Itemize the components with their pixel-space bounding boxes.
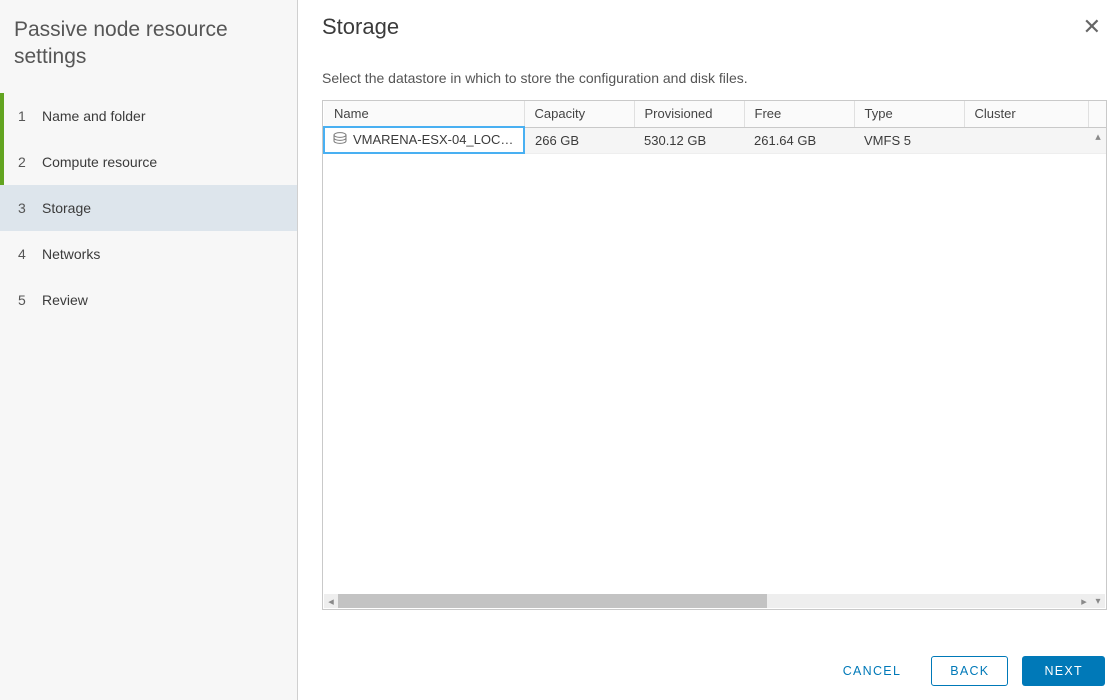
step-storage[interactable]: 3 Storage — [0, 185, 297, 231]
wizard-sidebar: Passive node resource settings 1 Name an… — [0, 0, 298, 700]
table-row[interactable]: VMARENA-ESX-04_LOC… 266 GB 530.12 GB 261… — [324, 127, 1106, 153]
step-number: 3 — [18, 200, 42, 216]
step-number: 5 — [18, 292, 42, 308]
page-subtitle: Select the datastore in which to store t… — [322, 70, 1107, 86]
cell-free: 261.64 GB — [744, 127, 854, 153]
step-label: Compute resource — [42, 154, 157, 170]
step-networks[interactable]: 4 Networks — [0, 231, 297, 277]
cell-name-text: VMARENA-ESX-04_LOC… — [353, 132, 513, 147]
close-icon[interactable]: ✕ — [1077, 14, 1107, 40]
main-panel: Storage ✕ Select the datastore in which … — [298, 0, 1119, 700]
col-header-provisioned[interactable]: Provisioned — [634, 101, 744, 127]
col-header-free[interactable]: Free — [744, 101, 854, 127]
col-header-capacity[interactable]: Capacity — [524, 101, 634, 127]
step-review[interactable]: 5 Review — [0, 277, 297, 323]
horizontal-scrollbar[interactable]: ◂ ▸ ▾ — [324, 594, 1105, 608]
col-header-name[interactable]: Name — [324, 101, 524, 127]
col-header-type[interactable]: Type — [854, 101, 964, 127]
cancel-button[interactable]: CANCEL — [827, 656, 918, 686]
step-label: Review — [42, 292, 88, 308]
cell-provisioned: 530.12 GB — [634, 127, 744, 153]
cell-type: VMFS 5 — [854, 127, 964, 153]
scroll-left-icon[interactable]: ◂ — [324, 595, 338, 608]
col-header-cluster[interactable]: Cluster — [964, 101, 1088, 127]
datastore-table: Name Capacity Provisioned Free Type Clus… — [322, 100, 1107, 610]
step-label: Storage — [42, 200, 91, 216]
step-number: 4 — [18, 246, 42, 262]
scroll-up-icon[interactable]: ▴ — [1090, 127, 1106, 145]
step-number: 1 — [18, 108, 42, 124]
step-label: Networks — [42, 246, 100, 262]
step-name-and-folder[interactable]: 1 Name and folder — [0, 93, 297, 139]
wizard-steps: 1 Name and folder 2 Compute resource 3 S… — [0, 93, 297, 323]
step-label: Name and folder — [42, 108, 146, 124]
page-title: Storage — [322, 14, 399, 40]
scrollbar-track[interactable] — [338, 594, 1077, 608]
wizard-title: Passive node resource settings — [0, 12, 297, 93]
scroll-right-icon[interactable]: ▸ — [1077, 595, 1091, 608]
wizard-footer: CANCEL BACK NEXT — [827, 656, 1105, 686]
scrollbar-thumb[interactable] — [338, 594, 767, 608]
step-number: 2 — [18, 154, 42, 170]
cell-cluster — [964, 127, 1088, 153]
step-compute-resource[interactable]: 2 Compute resource — [0, 139, 297, 185]
back-button[interactable]: BACK — [931, 656, 1008, 686]
next-button[interactable]: NEXT — [1022, 656, 1105, 686]
col-header-scroll — [1088, 101, 1106, 127]
datastore-icon — [333, 132, 347, 148]
scroll-menu-icon[interactable]: ▾ — [1091, 596, 1105, 607]
cell-capacity: 266 GB — [524, 127, 634, 153]
cell-name[interactable]: VMARENA-ESX-04_LOC… — [324, 127, 524, 153]
